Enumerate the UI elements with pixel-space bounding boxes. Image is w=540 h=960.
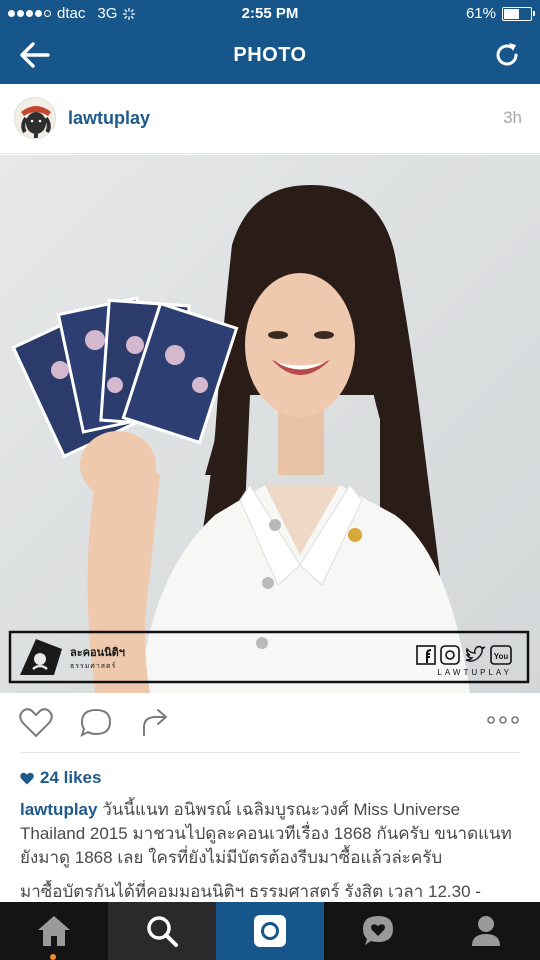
bottom-tab-bar xyxy=(0,902,540,960)
overlay-brand-text: LAWTUPLAY xyxy=(437,668,512,677)
actions-divider xyxy=(20,752,520,753)
like-count-label: 24 likes xyxy=(40,768,102,787)
status-bar: dtac 3G 2:55 PM 61% xyxy=(0,0,540,28)
page-title: PHOTO xyxy=(233,44,307,66)
comment-icon[interactable] xyxy=(78,707,114,739)
header-bar: dtac 3G 2:55 PM 61% PHOTO xyxy=(0,0,540,84)
facebook-icon xyxy=(416,645,436,665)
youtube-icon: You xyxy=(490,645,512,665)
camera-icon xyxy=(254,915,286,947)
theater-mask-icon xyxy=(20,639,62,675)
activity-icon xyxy=(363,916,393,945)
post-caption: lawtuplay วันนี้แนท อนิพรณ์ เฉลิมบูรณะวง… xyxy=(20,798,520,870)
overlay-social-icons: You xyxy=(416,645,512,665)
overlay-logo-text: ละคอนนิติฯ xyxy=(70,646,125,659)
post-caption-continued: มาซื้อบัตรกันได้ที่คอมมอนนิติฯ ธรรมศาสตร… xyxy=(20,882,481,901)
tab-search[interactable] xyxy=(108,902,216,960)
svg-text:You: You xyxy=(494,652,509,661)
photo-illustration xyxy=(0,155,540,693)
more-options-icon[interactable] xyxy=(486,713,520,727)
post-username[interactable]: lawtuplay xyxy=(68,108,150,129)
nav-bar: PHOTO xyxy=(0,28,540,84)
like-count[interactable]: 24 likes xyxy=(20,768,101,788)
status-time: 2:55 PM xyxy=(241,5,299,22)
tab-activity[interactable] xyxy=(324,902,432,960)
refresh-icon[interactable] xyxy=(492,40,522,70)
overlay-logo-subtext: ธรรมศาสตร์ xyxy=(70,662,117,670)
avatar-elephant-icon xyxy=(15,98,55,138)
post-header: lawtuplay 3h xyxy=(0,84,540,154)
tab-camera[interactable] xyxy=(216,902,324,960)
status-right: 61% xyxy=(465,5,535,22)
share-icon[interactable] xyxy=(138,707,174,739)
post-timestamp: 3h xyxy=(503,108,522,127)
profile-icon xyxy=(472,916,500,946)
like-heart-icon[interactable] xyxy=(18,707,54,739)
home-icon xyxy=(38,916,70,946)
notification-dot xyxy=(50,954,56,960)
battery-percent: 61% xyxy=(465,5,496,22)
search-icon xyxy=(147,916,178,947)
user-avatar[interactable] xyxy=(14,97,56,139)
instagram-icon xyxy=(440,645,460,665)
overlay-logo-left: ละคอนนิติฯ ธรรมศาสตร์ xyxy=(18,637,125,677)
heart-filled-icon xyxy=(20,772,34,784)
battery-icon xyxy=(502,6,535,21)
post-photo[interactable]: ละคอนนิติฯ ธรรมศาสตร์ You LAWTUPLAY xyxy=(0,155,540,693)
caption-username[interactable]: lawtuplay xyxy=(20,800,97,819)
tab-profile[interactable] xyxy=(432,902,540,960)
post-actions xyxy=(0,693,540,753)
tab-home[interactable] xyxy=(0,902,108,960)
twitter-icon xyxy=(465,645,486,662)
